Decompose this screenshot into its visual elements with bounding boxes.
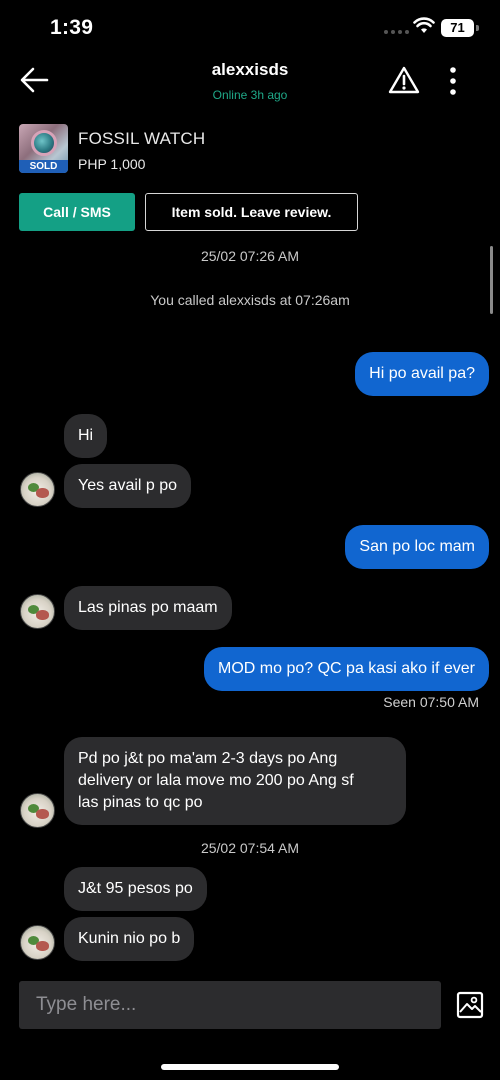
avatar[interactable] (20, 925, 55, 960)
seen-receipt: Seen 07:50 AM (383, 694, 479, 710)
message-line: Pd po j&t po ma'am 2-3 days po Ang (78, 750, 338, 767)
outgoing-message[interactable]: Hi po avail pa? (355, 352, 489, 396)
battery-icon: 71 (441, 19, 474, 37)
sold-badge: SOLD (19, 160, 68, 173)
listing-price: PHP 1,000 (78, 156, 146, 172)
call-sms-button[interactable]: Call / SMS (19, 193, 135, 231)
vertical-dots-icon[interactable] (440, 65, 466, 97)
battery-cap (476, 25, 479, 31)
avatar[interactable] (20, 793, 55, 828)
incoming-message[interactable]: J&t 95 pesos po (64, 867, 207, 911)
listing-title: FOSSIL WATCH (78, 129, 206, 148)
message-line: las pinas to qc po (78, 794, 203, 811)
leave-review-button[interactable]: Item sold. Leave review. (145, 193, 358, 231)
message-input[interactable] (19, 981, 441, 1029)
avatar[interactable] (20, 472, 55, 507)
incoming-message[interactable]: Pd po j&t po ma'am 2-3 days po Ang deliv… (64, 737, 406, 825)
outgoing-message[interactable]: San po loc mam (345, 525, 489, 569)
date-timestamp: 25/02 07:26 AM (200, 248, 300, 264)
message-line: delivery or lala move mo 200 po Ang sf (78, 772, 354, 789)
date-timestamp: 25/02 07:54 AM (200, 840, 300, 856)
listing-thumbnail: SOLD (19, 124, 68, 173)
chat-header: alexxisds Online 3h ago (0, 56, 500, 112)
incoming-message[interactable]: Las pinas po maam (64, 586, 232, 630)
status-bar: 1:39 71 (0, 0, 500, 56)
system-message: You called alexxisds at 07:26am (150, 292, 350, 308)
incoming-message[interactable]: Hi (64, 414, 108, 458)
warning-triangle-icon[interactable] (388, 65, 420, 95)
chat-partner-name[interactable]: alexxisds (0, 60, 500, 80)
wifi-icon (413, 17, 435, 33)
incoming-message[interactable]: Yes avail p po (64, 464, 192, 508)
avatar[interactable] (20, 594, 55, 629)
incoming-message[interactable]: Kunin nio po b (64, 917, 195, 961)
status-time: 1:39 (50, 16, 94, 39)
image-attach-icon[interactable] (456, 991, 484, 1019)
outgoing-message[interactable]: MOD mo po? QC pa kasi ako if ever (204, 647, 489, 691)
home-indicator[interactable] (161, 1064, 339, 1070)
signal-icon (384, 30, 409, 34)
watch-image (31, 130, 57, 156)
listing-card[interactable]: SOLD FOSSIL WATCH PHP 1,000 (19, 124, 481, 176)
online-status: Online 3h ago (212, 88, 288, 102)
